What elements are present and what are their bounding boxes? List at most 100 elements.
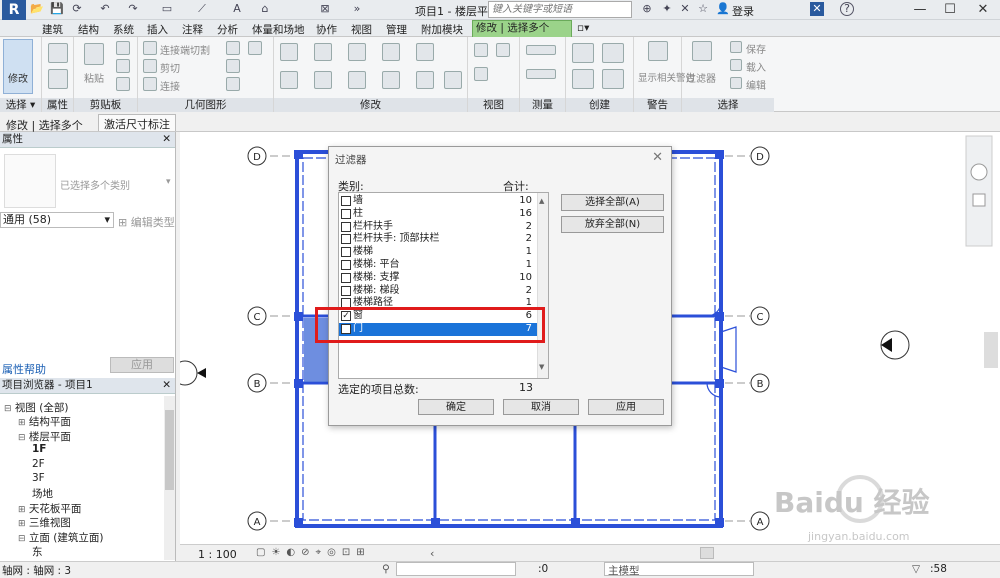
browser-tree-item[interactable]: ⊞ 结构平面 <box>18 414 71 429</box>
tab-addins[interactable]: 附加模块 <box>421 22 463 37</box>
tab-structure[interactable]: 结构 <box>78 22 99 37</box>
checkbox[interactable] <box>341 260 351 270</box>
filter-icon[interactable] <box>692 41 712 61</box>
list-scrollbar[interactable]: ▲ ▼ <box>537 193 548 378</box>
tab-modify-multi-select[interactable]: 修改 | 选择多个 <box>472 20 572 37</box>
browser-tree-item[interactable]: ⊟ 立面 (建筑立面) <box>18 530 103 545</box>
view-control-icons[interactable]: ▢☀◐⊘⌖◎⊡⊞ <box>256 547 371 558</box>
browser-tree-item[interactable]: ⊟ 视图 (全部) <box>4 400 68 415</box>
filter-row[interactable]: 楼梯: 平台 1 <box>339 259 538 272</box>
split-icon[interactable] <box>416 43 434 61</box>
worksharing-icon[interactable]: ⚲ <box>382 563 390 575</box>
expand-toggle-icon[interactable]: ⊞ <box>18 519 26 529</box>
copy-element-icon[interactable] <box>314 71 332 89</box>
tab-view[interactable]: 视图 <box>351 22 372 37</box>
mirror-draw-icon[interactable] <box>382 43 400 61</box>
join-button[interactable]: 连接 <box>160 78 180 93</box>
expand-toggle-icon[interactable]: ⊞ <box>18 505 26 515</box>
filter-row[interactable]: 栏杆扶手: 顶部扶栏 2 <box>339 233 538 246</box>
override-graphics-icon[interactable] <box>474 43 488 57</box>
align-icon[interactable] <box>280 43 298 61</box>
properties-help-link[interactable]: 属性帮助 <box>2 361 46 377</box>
type-properties-icon[interactable] <box>48 69 68 89</box>
browser-tree-item[interactable]: ⊞ 三维视图 <box>18 515 71 530</box>
tab-insert[interactable]: 插入 <box>147 22 168 37</box>
filter-button[interactable]: 过滤器 <box>686 70 716 85</box>
rotate-icon[interactable] <box>348 71 366 89</box>
maximize-icon[interactable]: ☐ <box>935 0 965 20</box>
load-selection-icon[interactable] <box>730 59 742 71</box>
checkbox[interactable] <box>341 234 351 245</box>
properties-icon[interactable] <box>48 43 68 63</box>
match-icon[interactable] <box>116 77 130 91</box>
undo-icon[interactable]: ↶ <box>98 2 112 16</box>
search-input[interactable]: 键入关键字或短语 <box>488 1 632 18</box>
warning-icon[interactable] <box>648 41 668 61</box>
more-icon[interactable]: » <box>350 2 364 16</box>
filter-row[interactable]: 柱 16 <box>339 208 538 221</box>
create-group-icon[interactable] <box>572 69 594 89</box>
browser-tree-item[interactable]: 场地 <box>32 486 53 501</box>
browser-tree-item[interactable]: ⊞ 天花板平面 <box>18 501 81 516</box>
type-selector[interactable]: 已选择多个类别 <box>60 177 130 192</box>
filter-icon[interactable]: ▽ <box>912 563 920 575</box>
binoculars-icon[interactable]: ⊕ <box>640 2 654 16</box>
browser-tree-item[interactable]: 2F <box>32 458 45 470</box>
tab-analyze[interactable]: 分析 <box>217 22 238 37</box>
checkbox[interactable] <box>341 208 351 219</box>
paste-button[interactable]: 粘贴 <box>84 70 104 85</box>
measure-icon[interactable]: ⟋ <box>195 2 209 16</box>
cut-icon[interactable] <box>116 41 130 55</box>
modify-button[interactable]: 修改 <box>3 39 33 94</box>
apply-button[interactable]: 应用 <box>110 357 174 373</box>
edit-selection-icon[interactable] <box>730 77 742 89</box>
filter-row[interactable]: 楼梯 1 <box>339 246 538 259</box>
filter-row[interactable]: 楼梯: 支撑 10 <box>339 272 538 285</box>
delete-icon[interactable] <box>444 71 462 89</box>
ok-button[interactable]: 确定 <box>418 399 494 415</box>
wall-join-icon[interactable] <box>226 41 240 55</box>
select-dropdown[interactable]: 选择 ▾ <box>0 98 41 112</box>
measure-distance-icon[interactable] <box>526 45 556 55</box>
browser-tree-item[interactable]: 东 <box>32 544 43 559</box>
split-face-icon[interactable] <box>226 59 240 73</box>
exchange-icon[interactable]: ✕ <box>810 2 824 16</box>
checkbox[interactable] <box>341 196 351 206</box>
subscription-icon[interactable]: ✦ <box>660 2 674 16</box>
move-icon[interactable] <box>280 71 298 89</box>
select-all-button[interactable]: 选择全部(A) <box>561 194 664 211</box>
chevron-down-icon[interactable]: ▾ <box>166 177 171 187</box>
offset-icon[interactable] <box>314 43 332 61</box>
expand-toggle-icon[interactable]: ⊟ <box>18 534 26 544</box>
expand-toggle-icon[interactable]: ⊞ <box>18 418 26 428</box>
save-icon[interactable]: 💾 <box>50 2 64 16</box>
cut-geometry-button[interactable]: 剪切 <box>160 60 180 75</box>
browser-tree-item[interactable]: 1F <box>32 443 46 455</box>
create-assembly-icon[interactable] <box>572 43 594 63</box>
filter-row[interactable]: 栏杆扶手 2 <box>339 221 538 234</box>
create-similar-icon[interactable] <box>602 69 624 89</box>
redo-icon[interactable]: ↷ <box>126 2 140 16</box>
scrollbar[interactable] <box>164 396 175 560</box>
close-views-icon[interactable]: ⊠ <box>318 2 332 16</box>
activate-dimensions-button[interactable]: 激活尺寸标注 <box>98 114 176 131</box>
create-parts-icon[interactable] <box>602 43 624 63</box>
load-selection-button[interactable]: 载入 <box>746 59 766 74</box>
edit-type-button[interactable]: ⊞ 编辑类型 <box>118 214 175 230</box>
open-icon[interactable]: 📂 <box>30 2 44 16</box>
checkbox[interactable] <box>341 247 351 258</box>
scroll-down-icon[interactable]: ▼ <box>539 363 544 371</box>
navigation-bar[interactable] <box>965 135 993 247</box>
sync-icon[interactable]: ⟳ <box>70 2 84 16</box>
close-icon[interactable]: ✕ <box>968 0 998 20</box>
zoom-icon[interactable] <box>972 193 986 207</box>
join-icon[interactable] <box>143 77 157 91</box>
user-icon[interactable]: 👤 <box>716 2 730 16</box>
paste-icon[interactable] <box>84 43 104 65</box>
favorite-icon[interactable]: ☆ <box>696 2 710 16</box>
vertical-scrollbar[interactable] <box>984 332 998 368</box>
steering-wheel-icon[interactable] <box>970 163 988 181</box>
cut-geometry-icon[interactable] <box>143 59 157 73</box>
array-icon[interactable] <box>416 71 434 89</box>
tab-options-icon[interactable]: ▫▾ <box>577 22 589 34</box>
